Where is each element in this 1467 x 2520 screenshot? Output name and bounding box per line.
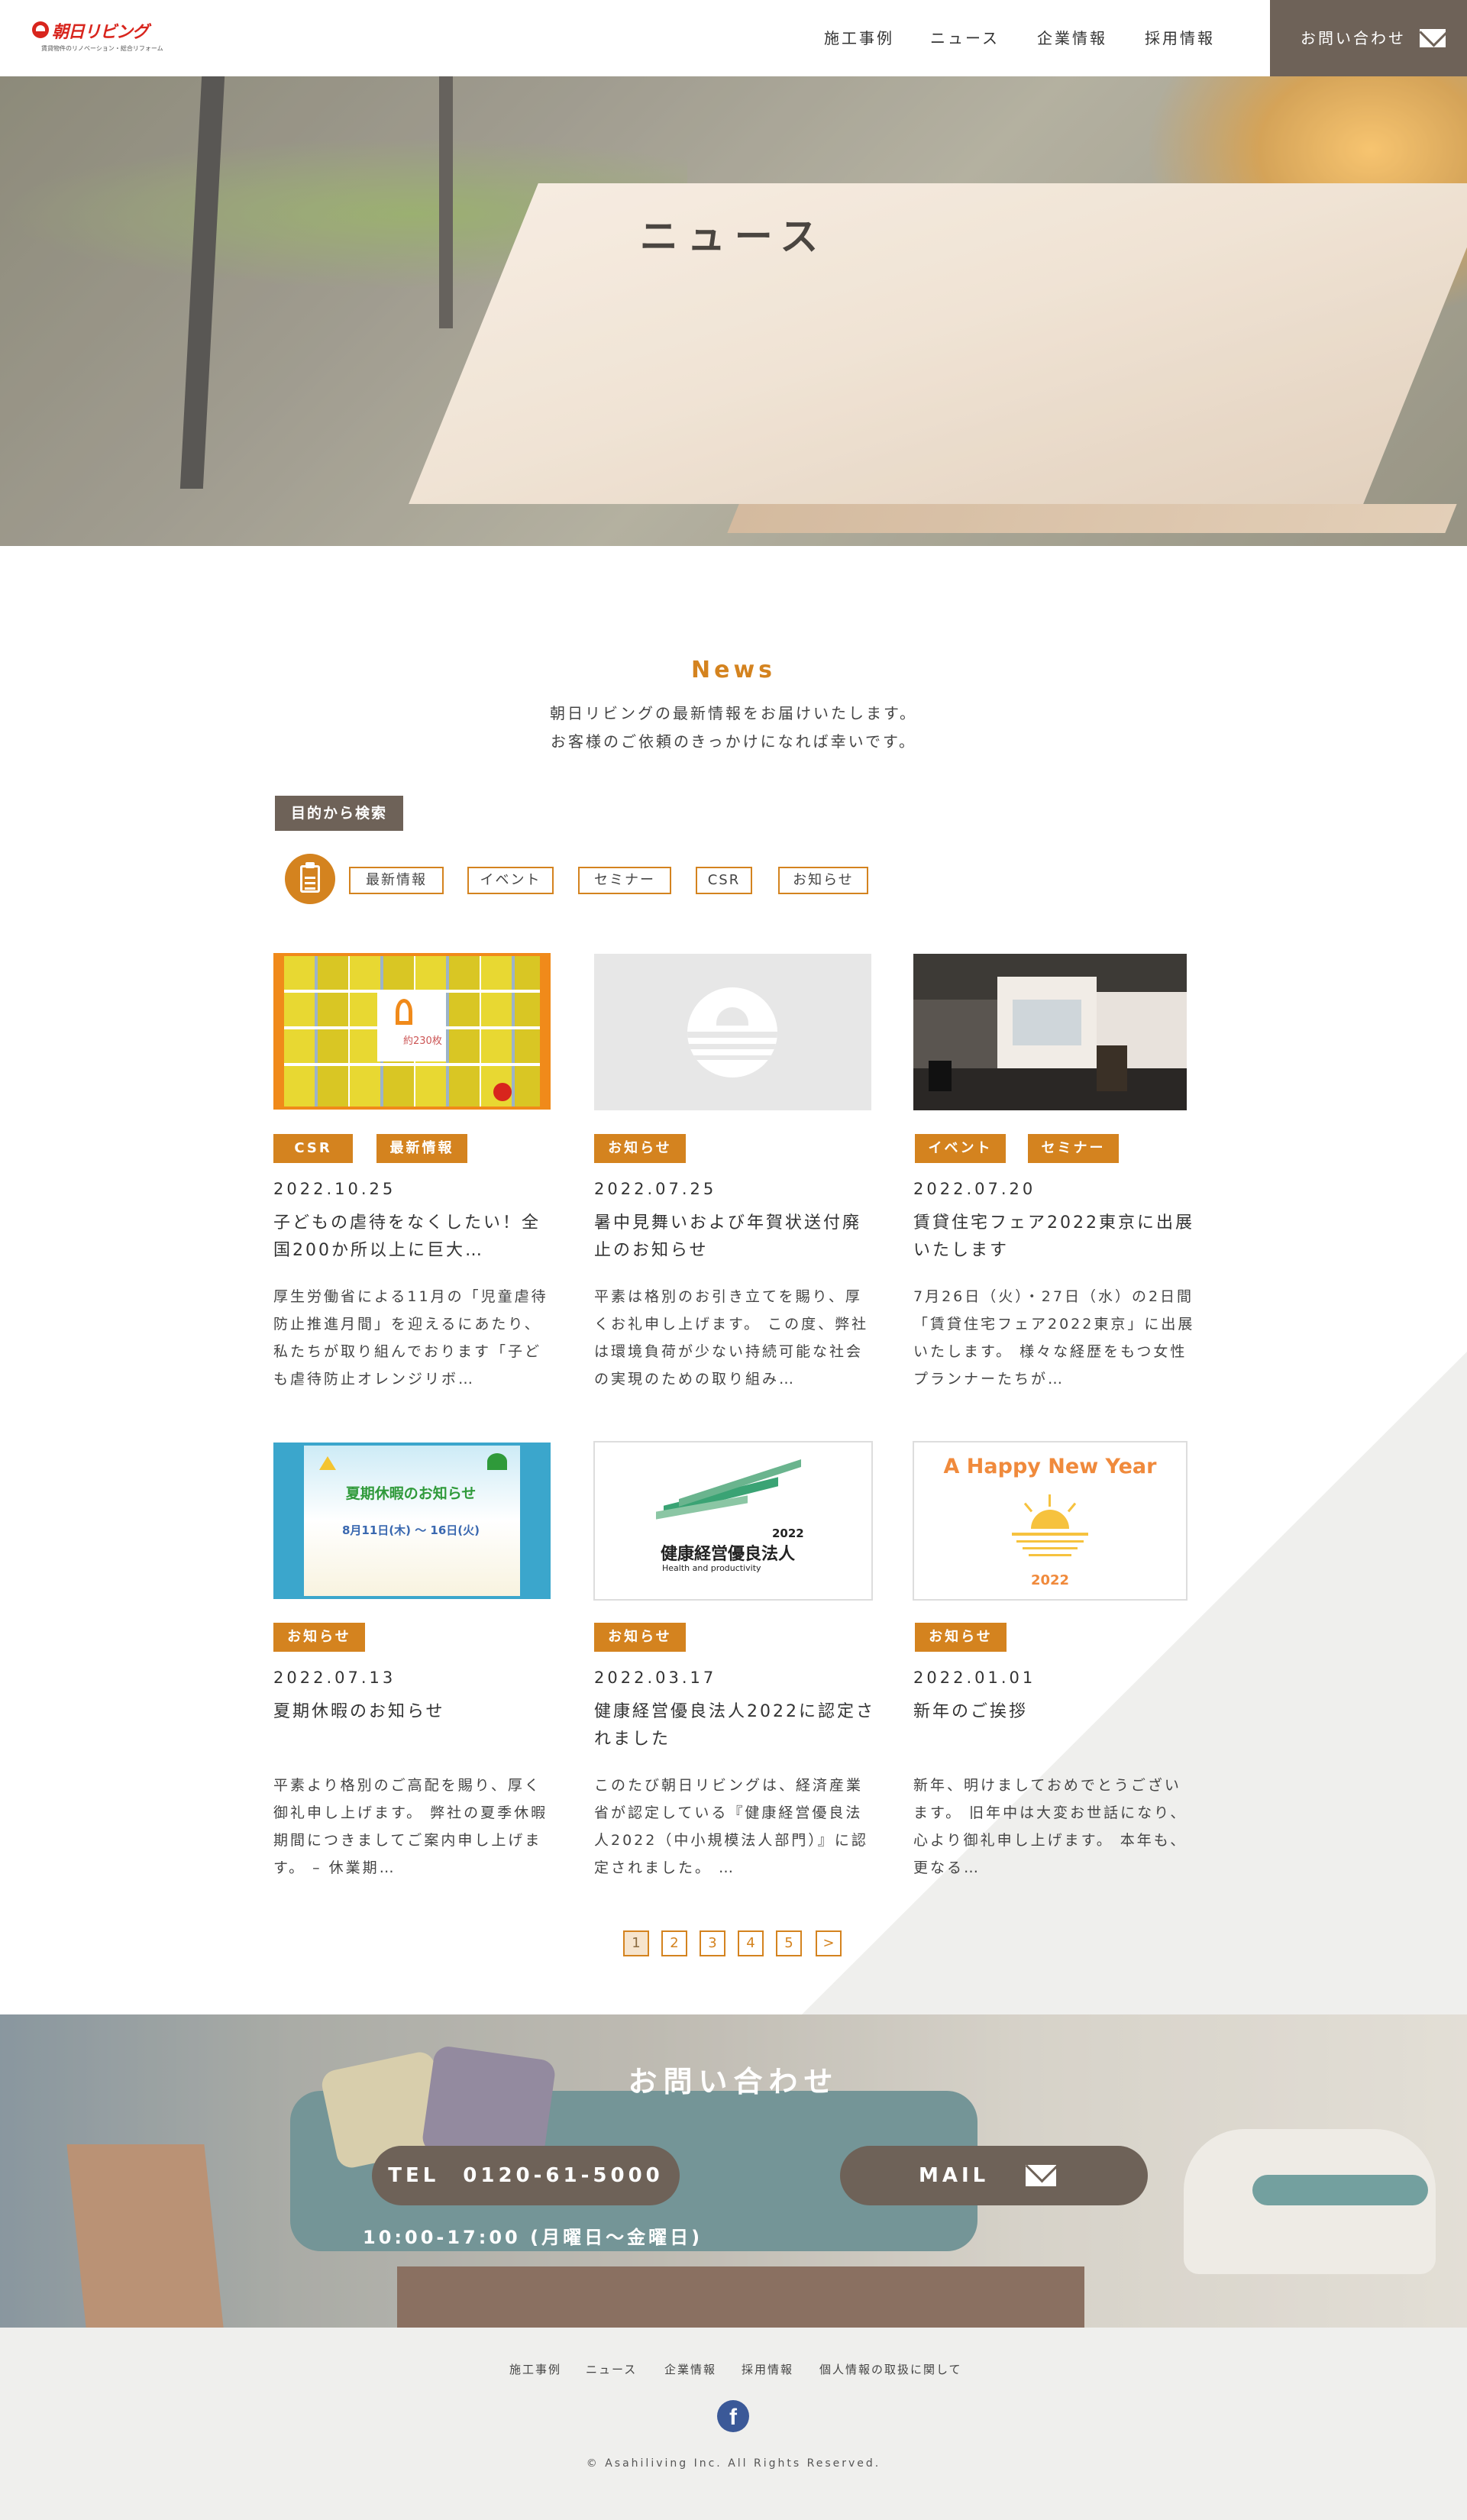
thumb-dates: 8月11日(木) 〜 16日(火) <box>341 1523 480 1537</box>
post-title[interactable]: 賃貸住宅フェア2022東京に出展いたします <box>913 1210 1197 1265</box>
post-thumbnail[interactable]: 約230枚 <box>273 953 551 1110</box>
post-category[interactable]: お知らせ <box>594 1134 686 1163</box>
post-excerpt: 7月26日（火）・27日（水）の2日間「賃貸住宅フェア2022東京」に出展いたし… <box>913 1288 1195 1388</box>
filter-tag-latest[interactable]: 最新情報 <box>349 867 444 894</box>
thumb-caption: 約230枚 <box>403 1035 442 1047</box>
intro-text-line-1: 朝日リビングの最新情報をお届けいたします。 <box>550 704 917 722</box>
nav-item-news[interactable]: ニュース <box>930 26 1000 48</box>
footer-link-company[interactable]: 企業情報 <box>664 2361 716 2377</box>
site-header: 朝日リビング 賃貸物件のリノベーション・総合リフォーム 施工事例 ニュース 企業… <box>0 0 1467 76</box>
facebook-icon[interactable]: f <box>717 2400 749 2432</box>
intro-text-line-2: お客様のご依頼のきっかけになれば幸いです。 <box>551 732 916 751</box>
copyright: © Asahiliving Inc. All Rights Reserved. <box>586 2457 881 2470</box>
nav-item-recruit[interactable]: 採用情報 <box>1145 26 1215 48</box>
post-category[interactable]: お知らせ <box>915 1623 1007 1652</box>
post-category[interactable]: 最新情報 <box>376 1134 467 1163</box>
filter-tag-notice[interactable]: お知らせ <box>778 867 868 894</box>
header-contact-label: お問い合わせ <box>1301 29 1406 47</box>
page-5-button[interactable]: 5 <box>776 1930 802 1956</box>
post-category[interactable]: CSR <box>273 1134 353 1163</box>
thumb-title: 夏期休暇のお知らせ <box>345 1485 477 1502</box>
post-category[interactable]: お知らせ <box>594 1623 686 1652</box>
post-category[interactable]: イベント <box>915 1134 1006 1163</box>
post-title[interactable]: 健康経営優良法人2022に認定されました <box>594 1698 878 1753</box>
post-excerpt: このたび朝日リビングは、経済産業省が認定している『健康経営優良法人2022（中小… <box>594 1777 868 1876</box>
mail-button[interactable]: MAIL <box>840 2146 1148 2205</box>
footer-link-news[interactable]: ニュース <box>586 2361 637 2377</box>
sun-logo-icon <box>32 21 49 38</box>
filter-tag-event[interactable]: イベント <box>467 867 554 894</box>
page-3-button[interactable]: 3 <box>700 1930 725 1956</box>
post-title[interactable]: 新年のご挨拶 <box>913 1698 1197 1726</box>
post-date: 2022.07.13 <box>273 1669 396 1687</box>
thumb-year: 2022 <box>772 1527 804 1540</box>
filter-label: 目的から検索 <box>275 796 403 831</box>
footer-link-recruit[interactable]: 採用情報 <box>742 2361 793 2377</box>
logo-subtitle: 賃貸物件のリノベーション・総合リフォーム <box>41 45 163 52</box>
filter-tag-seminar[interactable]: セミナー <box>578 867 671 894</box>
post-thumbnail[interactable] <box>594 954 871 1110</box>
post-thumbnail[interactable]: A Happy New Year 2022 <box>913 1441 1187 1601</box>
tel-button[interactable]: TEL 0120-61-5000 <box>372 2146 680 2205</box>
post-excerpt: 平素より格別のご高配を賜り、厚く御礼申し上げます。 弊社の夏季休暇期間につきまし… <box>273 1777 548 1876</box>
page-1-button[interactable]: 1 <box>623 1930 649 1956</box>
mail-icon <box>1026 2165 1056 2186</box>
post-date: 2022.07.20 <box>913 1180 1036 1198</box>
footer-link-works[interactable]: 施工事例 <box>509 2361 561 2377</box>
post-thumbnail[interactable] <box>913 954 1187 1110</box>
clipboard-icon <box>285 854 335 904</box>
post-date: 2022.01.01 <box>913 1669 1036 1687</box>
placeholder-logo-icon <box>687 987 777 1077</box>
post-excerpt: 新年、明けましておめでとうございます。 旧年中は大変お世話になり、心より御礼申し… <box>913 1777 1187 1876</box>
logo-text: 朝日リビング <box>52 23 149 42</box>
hero-banner <box>0 76 1467 546</box>
page-2-button[interactable]: 2 <box>661 1930 687 1956</box>
post-title[interactable]: 暑中見舞いおよび年賀状送付廃止のお知らせ <box>594 1210 878 1265</box>
post-excerpt: 厚生労働省による11月の「児童虐待防止推進月間」を迎えるにあたり、私たちが取り組… <box>273 1288 548 1388</box>
logo[interactable]: 朝日リビング 賃貸物件のリノベーション・総合リフォーム <box>32 18 163 57</box>
post-thumbnail[interactable]: 2022 健康経営優良法人 Health and productivity <box>593 1441 873 1601</box>
post-date: 2022.03.17 <box>594 1669 717 1687</box>
thumb-year: 2022 <box>1030 1572 1070 1588</box>
section-title: News <box>690 657 777 683</box>
business-hours: 10:00-17:00 (月曜日〜金曜日) <box>363 2227 703 2248</box>
thumb-title: A Happy New Year <box>943 1455 1157 1478</box>
post-category[interactable]: セミナー <box>1028 1134 1119 1163</box>
post-title[interactable]: 夏期休暇のお知らせ <box>273 1698 557 1726</box>
post-date: 2022.07.25 <box>594 1180 717 1198</box>
header-contact-button[interactable]: お問い合わせ <box>1270 0 1467 76</box>
thumb-title: 健康経営優良法人 <box>661 1545 796 1564</box>
post-date: 2022.10.25 <box>273 1180 396 1198</box>
next-page-button[interactable]: > <box>816 1930 842 1956</box>
page-title: ニュース <box>639 215 828 259</box>
post-title[interactable]: 子どもの虐待をなくしたい！全国200か所以上に巨大… <box>273 1210 557 1265</box>
mail-icon <box>1420 29 1446 47</box>
nav-item-works[interactable]: 施工事例 <box>824 26 894 48</box>
nav-item-company[interactable]: 企業情報 <box>1037 26 1107 48</box>
page-4-button[interactable]: 4 <box>738 1930 764 1956</box>
health-logo-icon <box>656 1459 809 1522</box>
contact-title: お問い合わせ <box>628 2065 839 2098</box>
post-excerpt: 平素は格別のお引き立てを賜り、厚くお礼申し上げます。 この度、弊社は環境負荷が少… <box>594 1288 869 1388</box>
post-thumbnail[interactable]: 夏期休暇のお知らせ 8月11日(木) 〜 16日(火) <box>273 1443 551 1599</box>
thumb-subtitle: Health and productivity <box>662 1563 761 1573</box>
sunrise-icon <box>1012 1494 1088 1568</box>
filter-tag-csr[interactable]: CSR <box>696 867 752 894</box>
post-category[interactable]: お知らせ <box>273 1623 365 1652</box>
footer-link-privacy[interactable]: 個人情報の取扱に関して <box>819 2361 962 2377</box>
